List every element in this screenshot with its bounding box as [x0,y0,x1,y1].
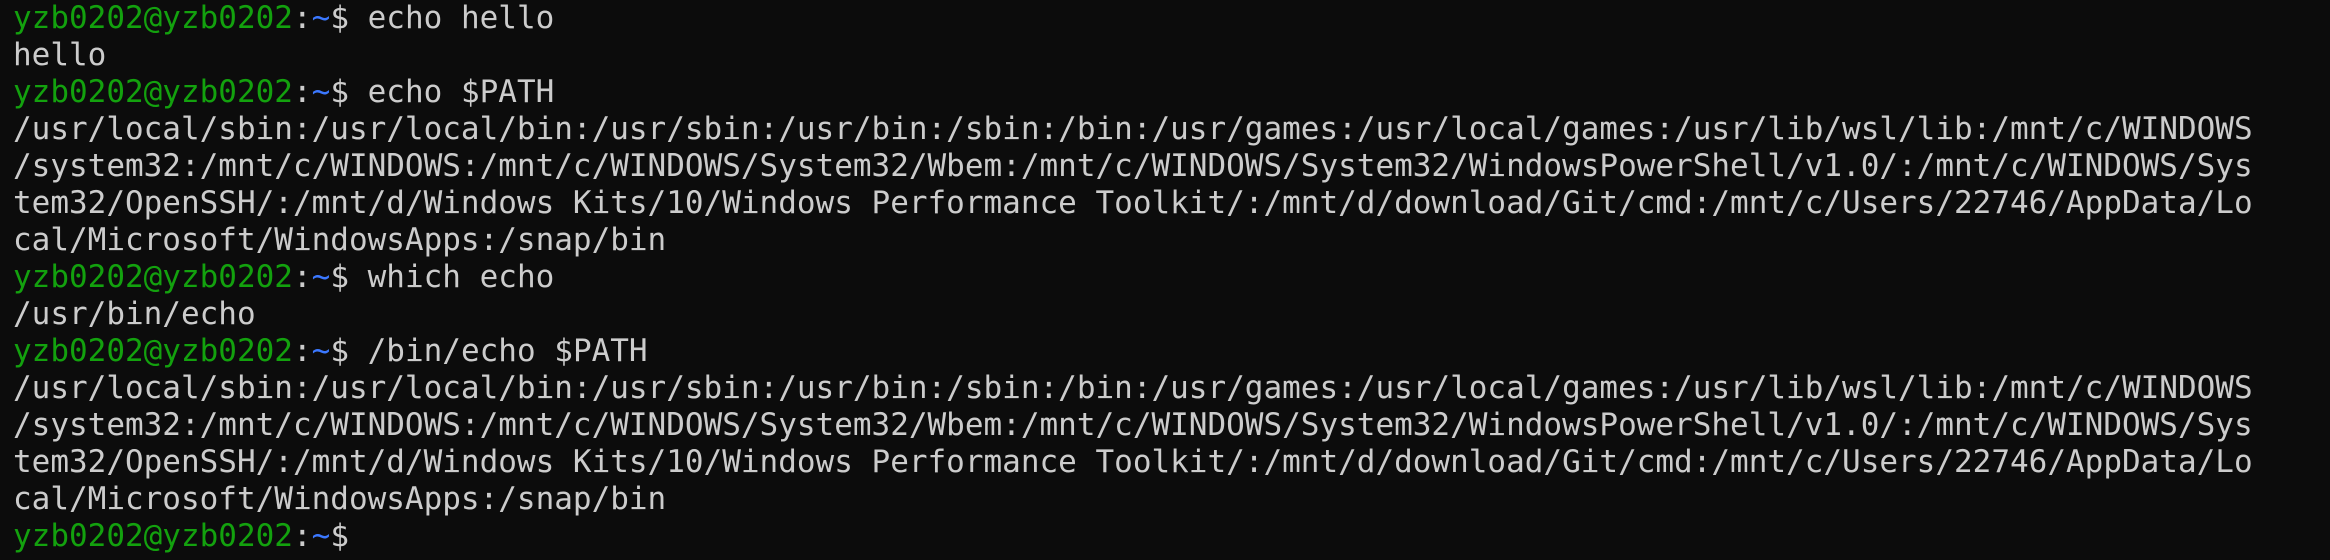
prompt-separator: : [292,0,312,36]
command-text: /bin/echo $PATH [367,333,648,369]
output-line: tem32/OpenSSH/:/mnt/d/Windows Kits/10/Wi… [13,444,2330,481]
command-text: echo hello [367,0,555,36]
prompt-path: ~ [311,74,331,110]
output-line: /system32:/mnt/c/WINDOWS:/mnt/c/WINDOWS/… [13,148,2330,185]
prompt-line: yzb0202@yzb0202:~$ echo hello [13,0,2330,37]
output-text: tem32/OpenSSH/:/mnt/d/Windows Kits/10/Wi… [13,444,2253,480]
prompt-user-host: yzb0202@yzb0202 [13,74,293,110]
command-text: echo $PATH [367,74,555,110]
prompt-user-host: yzb0202@yzb0202 [13,259,293,295]
prompt-separator: : [292,333,312,369]
output-line: /usr/local/sbin:/usr/local/bin:/usr/sbin… [13,370,2330,407]
output-text: cal/Microsoft/WindowsApps:/snap/bin [13,481,667,517]
prompt-path: ~ [311,333,331,369]
command-text: which echo [367,259,555,295]
output-text: cal/Microsoft/WindowsApps:/snap/bin [13,222,667,258]
prompt-symbol: $ [330,518,368,554]
prompt-path: ~ [311,0,331,36]
output-text: /system32:/mnt/c/WINDOWS:/mnt/c/WINDOWS/… [13,148,2253,184]
output-text: /usr/local/sbin:/usr/local/bin:/usr/sbin… [13,370,2253,406]
prompt-line: yzb0202@yzb0202:~$ echo $PATH [13,74,2330,111]
prompt-user-host: yzb0202@yzb0202 [13,518,293,554]
prompt-separator: : [292,74,312,110]
prompt-separator: : [292,259,312,295]
prompt-line: yzb0202@yzb0202:~$ which echo [13,259,2330,296]
output-line: /usr/local/sbin:/usr/local/bin:/usr/sbin… [13,111,2330,148]
output-line: cal/Microsoft/WindowsApps:/snap/bin [13,481,2330,518]
output-text: /usr/bin/echo [13,296,256,332]
prompt-path: ~ [311,518,331,554]
output-line: cal/Microsoft/WindowsApps:/snap/bin [13,222,2330,259]
prompt-path: ~ [311,259,331,295]
output-text: tem32/OpenSSH/:/mnt/d/Windows Kits/10/Wi… [13,185,2253,221]
output-text: /usr/local/sbin:/usr/local/bin:/usr/sbin… [13,111,2253,147]
prompt-line: yzb0202@yzb0202:~$ /bin/echo $PATH [13,333,2330,370]
output-line: /usr/bin/echo [13,296,2330,333]
prompt-symbol: $ [330,259,368,295]
prompt-user-host: yzb0202@yzb0202 [13,0,293,36]
output-line: /system32:/mnt/c/WINDOWS:/mnt/c/WINDOWS/… [13,407,2330,444]
output-text: hello [13,37,107,73]
prompt-symbol: $ [330,0,368,36]
output-line: tem32/OpenSSH/:/mnt/d/Windows Kits/10/Wi… [13,185,2330,222]
prompt-user-host: yzb0202@yzb0202 [13,333,293,369]
prompt-separator: : [292,518,312,554]
prompt-symbol: $ [330,74,368,110]
output-text: /system32:/mnt/c/WINDOWS:/mnt/c/WINDOWS/… [13,407,2253,443]
output-line: hello [13,37,2330,74]
prompt-symbol: $ [330,333,368,369]
terminal-window[interactable]: yzb0202@yzb0202:~$ echo hello hello yzb020… [0,0,2330,560]
prompt-line: yzb0202@yzb0202:~$ [13,518,2330,555]
